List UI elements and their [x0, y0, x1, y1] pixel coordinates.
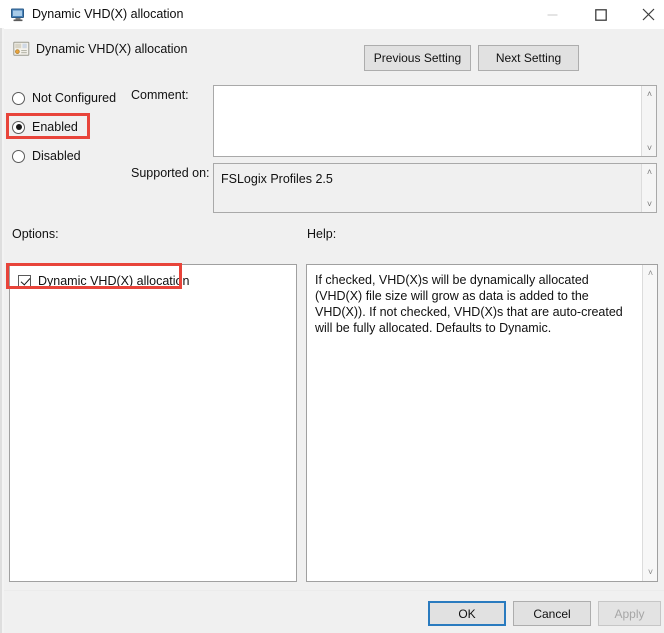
- maximize-icon: [594, 8, 607, 21]
- next-setting-button[interactable]: Next Setting: [478, 45, 579, 71]
- checkbox-indicator: [18, 274, 31, 288]
- ok-button[interactable]: OK: [428, 601, 506, 626]
- scroll-up-icon[interactable]: ˄: [642, 87, 657, 101]
- help-label: Help:: [307, 227, 337, 241]
- radio-not-configured[interactable]: Not Configured: [12, 89, 116, 107]
- comment-scrollbar[interactable]: ˄ ˅: [641, 86, 656, 156]
- supported-on-value: FSLogix Profiles 2.5: [221, 172, 333, 186]
- radio-enabled[interactable]: Enabled: [12, 118, 78, 136]
- cancel-button[interactable]: Cancel: [513, 601, 591, 626]
- checkbox-label: Dynamic VHD(X) allocation: [38, 274, 190, 288]
- title-bar: Dynamic VHD(X) allocation: [4, 0, 664, 30]
- window-title: Dynamic VHD(X) allocation: [32, 7, 184, 21]
- comment-textbox[interactable]: ˄ ˅: [213, 85, 657, 157]
- radio-disabled[interactable]: Disabled: [12, 147, 81, 165]
- supported-on-label: Supported on:: [131, 166, 210, 180]
- radio-indicator: [12, 91, 25, 105]
- close-icon: [642, 8, 655, 21]
- background-window-edge: [0, 28, 2, 633]
- apply-button: Apply: [598, 601, 661, 626]
- comment-label: Comment:: [131, 88, 189, 102]
- close-button[interactable]: [626, 0, 664, 29]
- scroll-up-icon[interactable]: ˄: [643, 266, 658, 281]
- minimize-icon: [547, 14, 558, 16]
- scroll-down-icon[interactable]: ˅: [642, 141, 657, 155]
- help-panel: If checked, VHD(X)s will be dynamically …: [306, 264, 658, 582]
- dynamic-vhdx-checkbox[interactable]: Dynamic VHD(X) allocation: [18, 274, 189, 288]
- policy-setting-title: Dynamic VHD(X) allocation: [36, 42, 188, 56]
- scroll-down-icon[interactable]: ˅: [643, 565, 658, 580]
- help-text: If checked, VHD(X)s will be dynamically …: [315, 273, 623, 335]
- supported-on-scrollbar[interactable]: ˄ ˅: [641, 164, 656, 212]
- footer-divider: [4, 590, 664, 591]
- computer-monitor-icon: [10, 7, 26, 23]
- policy-setting-dialog: Dynamic VHD(X) allocation Dynamic VHD(X)…: [4, 0, 664, 633]
- supported-on-textbox: FSLogix Profiles 2.5 ˄ ˅: [213, 163, 657, 213]
- radio-indicator: [12, 120, 25, 134]
- radio-indicator: [12, 149, 25, 163]
- minimize-button[interactable]: [530, 0, 575, 29]
- scroll-up-icon[interactable]: ˄: [642, 165, 657, 179]
- maximize-button[interactable]: [578, 0, 623, 29]
- radio-label: Enabled: [32, 120, 78, 134]
- options-label: Options:: [12, 227, 59, 241]
- help-scrollbar[interactable]: ˄ ˅: [642, 265, 657, 581]
- radio-label: Disabled: [32, 149, 81, 163]
- previous-setting-button[interactable]: Previous Setting: [364, 45, 471, 71]
- radio-label: Not Configured: [32, 91, 117, 105]
- options-panel: Dynamic VHD(X) allocation: [9, 264, 297, 582]
- scroll-down-icon[interactable]: ˅: [642, 197, 657, 211]
- group-policy-setting-icon: [13, 41, 30, 57]
